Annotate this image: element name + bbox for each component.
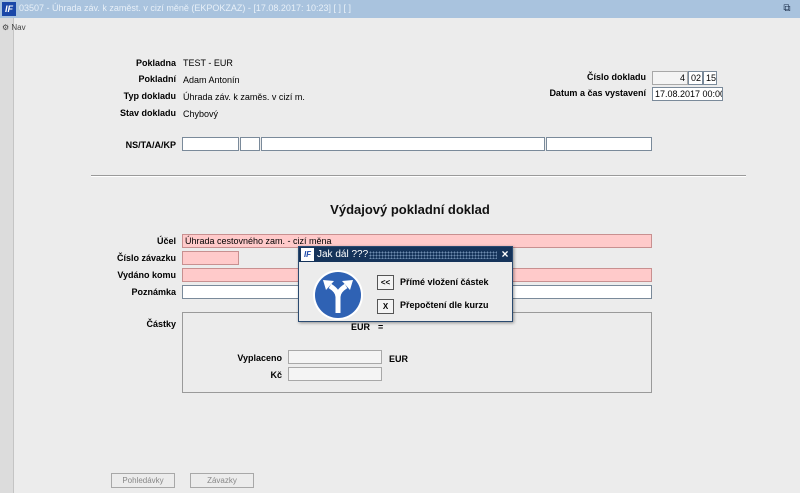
- datum-field[interactable]: 17.08.2017 00:00: [652, 87, 723, 101]
- nav-label: Nav: [11, 23, 26, 32]
- vyplaceno-field[interactable]: [288, 350, 382, 364]
- pokladni-value: Adam Antonín: [183, 75, 240, 85]
- prime-vlozeni-button[interactable]: <<: [377, 275, 394, 290]
- window-title: 03507 - Úhrada záv. k zaměst. v cizí měn…: [19, 3, 351, 13]
- pohledavky-button[interactable]: Pohledávky: [111, 473, 175, 488]
- kp-field[interactable]: [546, 137, 652, 151]
- a-field[interactable]: [261, 137, 545, 151]
- dialog-title-pattern: [369, 251, 497, 259]
- left-nav-strip: [0, 18, 14, 493]
- dialog-title-bar: IF Jak dál ??? ×: [299, 247, 512, 262]
- gear-icon: ⚙: [2, 23, 10, 32]
- ucel-label: Účel: [156, 236, 176, 246]
- zavazky-button[interactable]: Závazky: [190, 473, 254, 488]
- dialog-close-button[interactable]: ×: [499, 248, 511, 261]
- road-fork-icon: [313, 270, 363, 320]
- pokladni-label: Pokladní: [138, 74, 176, 84]
- kc-label: Kč: [270, 370, 282, 380]
- restore-icon[interactable]: ⧉: [780, 2, 794, 15]
- datum-label: Datum a čas vystavení: [549, 88, 646, 98]
- cislo-dokladu-label: Číslo dokladu: [586, 72, 646, 82]
- stav-dokladu-label: Stav dokladu: [119, 108, 176, 118]
- cislo-zavazku-label: Číslo závazku: [116, 253, 176, 263]
- prime-vlozeni-label: Přímé vložení částek: [400, 277, 489, 287]
- ta-field[interactable]: [240, 137, 260, 151]
- prepocteni-button[interactable]: X: [377, 299, 394, 314]
- pokladna-value: TEST - EUR: [183, 58, 233, 68]
- dialog-title: Jak dál ???: [317, 249, 369, 260]
- page-title: Výdajový pokladní doklad: [330, 202, 490, 217]
- dialog-logo-icon: IF: [301, 248, 314, 261]
- cislo-zavazku-field[interactable]: [182, 251, 239, 265]
- castky-label: Částky: [146, 319, 176, 329]
- vyplaceno-label: Vyplaceno: [237, 353, 282, 363]
- nav-button[interactable]: ⚙ Nav: [2, 23, 26, 35]
- title-bar: IF 03507 - Úhrada záv. k zaměst. v cizí …: [0, 0, 800, 18]
- typ-dokladu-value: Úhrada záv. k zaměs. v cizí m.: [183, 92, 305, 102]
- separator: [91, 175, 746, 177]
- cislo-dokladu-part1[interactable]: 4: [652, 71, 688, 85]
- vyplaceno-unit: EUR: [389, 354, 409, 364]
- castky-equals: =: [378, 322, 384, 332]
- cislo-dokladu-part2[interactable]: 02: [688, 71, 703, 85]
- cislo-dokladu-part3[interactable]: 15: [703, 71, 717, 85]
- app-logo-icon: IF: [2, 2, 16, 16]
- jak-dal-dialog: IF Jak dál ??? × << Přímé vložení částek…: [298, 246, 513, 322]
- stav-dokladu-value: Chybový: [183, 109, 219, 119]
- pokladna-label: Pokladna: [135, 58, 176, 68]
- castky-eur-label: EUR: [350, 322, 370, 332]
- prepocteni-label: Přepočtení dle kurzu: [400, 300, 489, 310]
- typ-dokladu-label: Typ dokladu: [123, 91, 176, 101]
- ns-field[interactable]: [182, 137, 239, 151]
- nstaakp-label: NS/TA/A/KP: [125, 140, 176, 150]
- poznamka-label: Poznámka: [131, 287, 176, 297]
- vydano-komu-label: Vydáno komu: [117, 270, 176, 280]
- kc-field[interactable]: [288, 367, 382, 381]
